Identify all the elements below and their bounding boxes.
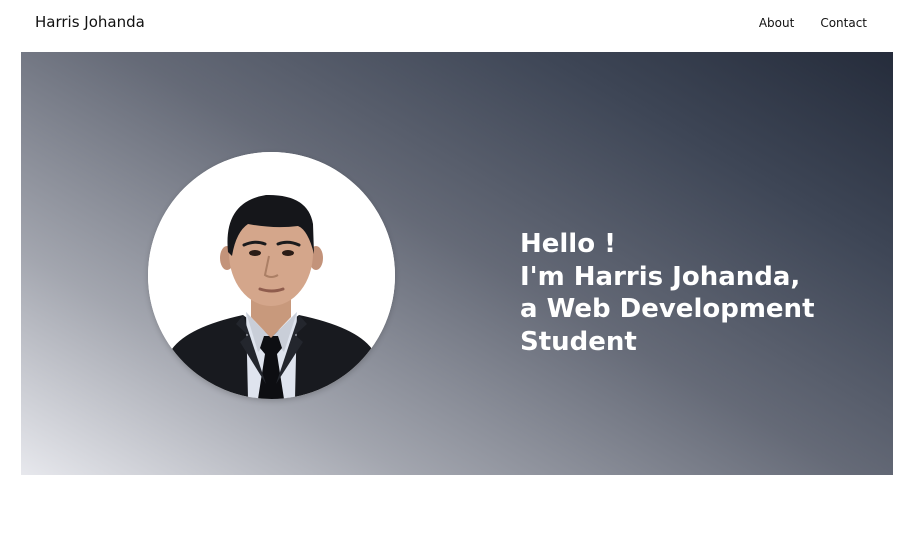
nav-contact-link[interactable]: Contact [820,16,867,30]
greeting-line-1: Hello ! [520,229,616,260]
nav-links: About Contact [759,16,867,30]
greeting-line-4: Student [520,326,637,357]
greeting-line-3: a Web Development [520,294,815,325]
hero-intro-heading: Hello ! I'm Harris Johanda, a Web Develo… [520,228,860,358]
greeting-line-2: I'm Harris Johanda, [520,261,801,292]
person-portrait-image [148,152,395,399]
navbar: Harris Johanda About Contact [0,0,919,48]
brand-logo-text[interactable]: Harris Johanda [35,13,145,31]
profile-photo [148,152,395,399]
nav-about-link[interactable]: About [759,16,794,30]
hero-banner: Hello ! I'm Harris Johanda, a Web Develo… [21,52,893,475]
